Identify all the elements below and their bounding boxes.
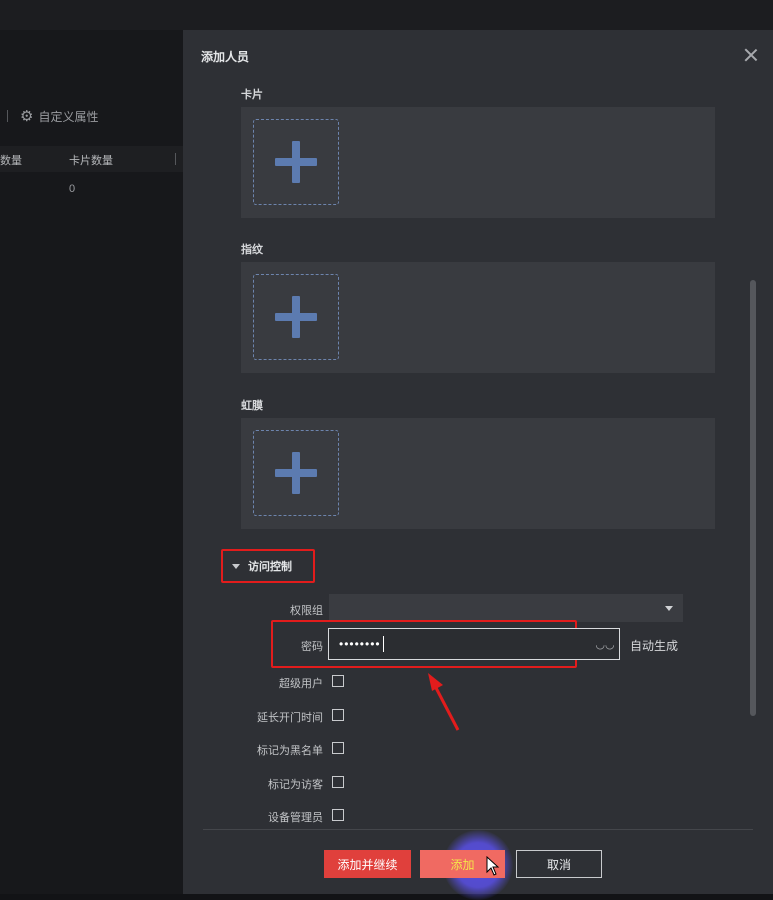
background-table-header: 数量 卡片数量: [0, 146, 183, 172]
access-control-title: 访问控制: [248, 561, 292, 573]
dropdown-arrow-icon: [665, 606, 673, 611]
close-icon[interactable]: [743, 47, 759, 63]
iris-upload-area: [241, 418, 715, 529]
card-upload-area: [241, 107, 715, 218]
auto-generate-button[interactable]: 自动生成: [630, 637, 678, 654]
iris-section-label: 虹膜: [241, 400, 263, 412]
text-caret: [382, 636, 384, 652]
cancel-button[interactable]: 取消: [516, 850, 602, 878]
password-value: ••••••••: [339, 637, 381, 651]
fingerprint-upload-area: [241, 262, 715, 373]
checkbox-label-device-admin: 设备管理员: [268, 812, 323, 824]
plus-icon-bar: [275, 313, 317, 321]
permission-group-label: 权限组: [290, 605, 323, 617]
footer-divider: [203, 829, 753, 830]
toolbar-divider: [7, 110, 8, 122]
header-divider: [175, 153, 176, 165]
table-cell-card-count: 0: [69, 183, 76, 195]
super-user-checkbox[interactable]: [332, 675, 344, 687]
eye-closed-icon[interactable]: ◡◡: [590, 628, 620, 660]
card-section-label: 卡片: [241, 89, 263, 101]
password-label: 密码: [301, 641, 323, 653]
mouse-cursor-icon: [486, 856, 500, 876]
visitor-checkbox[interactable]: [332, 776, 344, 788]
column-header-card-count[interactable]: 卡片数量: [69, 152, 113, 168]
add-fingerprint-button[interactable]: [253, 274, 339, 360]
checkbox-label-visitor: 标记为访客: [268, 779, 323, 791]
scrollbar[interactable]: [750, 280, 756, 716]
add-and-continue-button[interactable]: 添加并继续: [324, 850, 411, 878]
app-top-bar: [0, 0, 773, 30]
checkbox-label-extend-door-time: 延长开门时间: [257, 712, 323, 724]
checkbox-label-blacklist: 标记为黑名单: [257, 745, 323, 757]
add-iris-button[interactable]: [253, 430, 339, 516]
background-toolbar: ⚙ 自定义属性: [0, 100, 183, 132]
add-card-button[interactable]: [253, 119, 339, 205]
access-control-toggle[interactable]: 访问控制: [221, 549, 315, 583]
add-person-dialog: 添加人员 卡片 指纹 虹膜 访问控制 权限组 密码 •••••••• ◡◡ 自动…: [183, 30, 773, 900]
plus-icon-bar: [275, 158, 317, 166]
annotation-arrow: [428, 673, 460, 731]
column-header-count[interactable]: 数量: [0, 152, 22, 168]
caret-down-icon: [232, 563, 240, 569]
device-admin-checkbox[interactable]: [332, 809, 344, 821]
blacklist-checkbox[interactable]: [332, 742, 344, 754]
fingerprint-section-label: 指纹: [241, 244, 263, 256]
custom-attributes-button[interactable]: 自定义属性: [38, 108, 98, 125]
dialog-title: 添加人员: [201, 50, 250, 64]
extend-door-time-checkbox[interactable]: [332, 709, 344, 721]
checkbox-label-super-user: 超级用户: [279, 678, 323, 690]
plus-icon-bar: [275, 469, 317, 477]
permission-group-select[interactable]: [329, 594, 683, 622]
gear-icon[interactable]: ⚙: [20, 107, 33, 125]
password-input[interactable]: ••••••••: [328, 628, 620, 660]
